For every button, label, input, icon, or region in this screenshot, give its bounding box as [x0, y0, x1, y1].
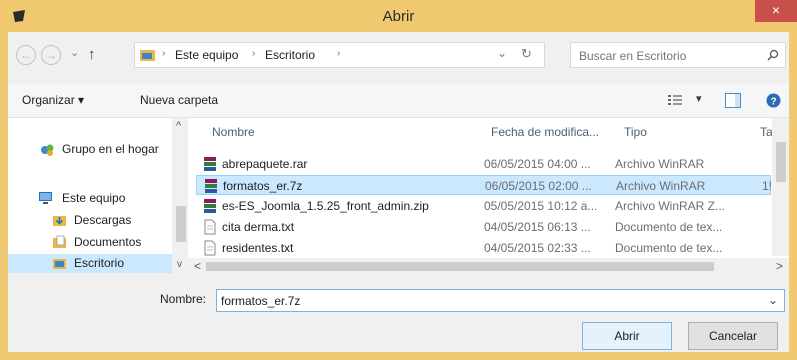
file-row-selected[interactable]: formatos_er.7z 06/05/2015 02:00 ... Arch…: [196, 175, 773, 195]
dialog-footer: Nombre: ⌄ Abrir Cancelar: [8, 275, 789, 352]
breadcrumb-este-equipo[interactable]: Este equipo: [175, 48, 238, 62]
file-type: Archivo WinRAR Z...: [615, 199, 726, 213]
winrar-icon: [204, 157, 216, 171]
organize-button[interactable]: Organizar ▾: [22, 93, 84, 107]
dialog-body: ← → ⌄ ↑ › Este equipo › Escritorio › ⌄ ↻…: [8, 32, 789, 352]
svg-text:?: ?: [770, 97, 776, 108]
sidebar-item-descargas[interactable]: Descargas: [8, 210, 172, 230]
sidebar-item-label: Descargas: [74, 213, 132, 227]
breadcrumb-separator[interactable]: ›: [337, 48, 340, 59]
file-list-horizontal-scrollbar[interactable]: < >: [188, 258, 789, 275]
file-list: Nombre Fecha de modifica... Tipo Tam abr…: [188, 118, 789, 273]
breadcrumb-root-arrow[interactable]: ›: [162, 48, 165, 59]
text-file-icon: [204, 240, 216, 256]
navigation-pane-scrollbar[interactable]: ^ v: [172, 118, 188, 273]
breadcrumb-separator[interactable]: ›: [252, 48, 255, 59]
text-file-icon: [204, 219, 216, 235]
desktop-folder-icon: [140, 50, 155, 61]
column-header-date[interactable]: Fecha de modifica...: [491, 125, 599, 139]
desktop-folder-icon: [53, 259, 66, 269]
scroll-up-button[interactable]: ^: [176, 120, 181, 132]
sidebar-item-label: Este equipo: [62, 191, 126, 205]
scroll-down-button[interactable]: v: [177, 259, 182, 270]
file-name: residentes.txt: [222, 241, 294, 255]
downloads-folder-icon: [53, 216, 66, 226]
preview-pane-icon[interactable]: [725, 93, 741, 108]
file-row[interactable]: es-ES_Joomla_1.5.25_front_admin.zip 05/0…: [196, 196, 771, 216]
scrollbar-thumb[interactable]: [176, 206, 186, 242]
winrar-icon: [204, 199, 216, 213]
file-name: formatos_er.7z: [223, 179, 303, 193]
file-date: 06/05/2015 04:00 ...: [484, 157, 591, 171]
help-icon[interactable]: ?: [766, 93, 781, 108]
search-icon[interactable]: [767, 49, 779, 61]
navigation-bar: ← → ⌄ ↑ › Este equipo › Escritorio › ⌄ ↻: [8, 40, 789, 70]
file-name: cita derma.txt: [222, 220, 295, 234]
file-date: 05/05/2015 10:12 a...: [484, 199, 598, 213]
file-list-vertical-scrollbar[interactable]: [772, 118, 789, 256]
file-size: 1!: [762, 179, 773, 193]
file-date: 04/05/2015 06:13 ...: [484, 220, 591, 234]
refresh-button[interactable]: ↻: [521, 46, 532, 62]
filename-combobox[interactable]: ⌄: [216, 289, 785, 312]
window-title: Abrir: [382, 8, 415, 25]
command-bar: Organizar ▾ Nueva carpeta ▾ ?: [8, 84, 789, 118]
search-box[interactable]: [570, 42, 786, 68]
file-row[interactable]: cita derma.txt 04/05/2015 06:13 ... Docu…: [196, 217, 771, 237]
file-name: es-ES_Joomla_1.5.25_front_admin.zip: [222, 199, 429, 213]
sidebar-item-documentos[interactable]: Documentos: [8, 232, 172, 252]
history-dropdown[interactable]: ⌄: [70, 46, 79, 59]
scrollbar-thumb[interactable]: [776, 142, 786, 182]
navigation-pane: Grupo en el hogar Este equipo Descargas …: [8, 118, 188, 273]
sidebar-item-label: Escritorio: [74, 256, 125, 270]
view-options-icon[interactable]: [668, 94, 682, 107]
filename-label: Nombre:: [160, 292, 207, 306]
dialog-window: Abrir × ← → ⌄ ↑ › Este equipo › Escritor…: [0, 0, 797, 360]
scroll-right-button[interactable]: >: [776, 259, 783, 273]
file-type: Archivo WinRAR: [615, 157, 705, 171]
homegroup-icon: [41, 144, 54, 156]
sidebar-item-grupo-en-el-hogar[interactable]: Grupo en el hogar: [8, 137, 172, 157]
open-button[interactable]: Abrir: [582, 322, 672, 350]
sidebar-item-label: Grupo en el hogar: [62, 142, 159, 156]
filename-dropdown[interactable]: ⌄: [768, 293, 778, 307]
file-date: 06/05/2015 02:00 ...: [485, 179, 592, 193]
file-date: 04/05/2015 02:33 ...: [484, 241, 591, 255]
file-name: abrepaquete.rar: [222, 157, 308, 171]
sidebar-item-label: Documentos: [74, 235, 142, 249]
file-type: Documento de tex...: [615, 220, 723, 234]
view-dropdown[interactable]: ▾: [696, 92, 702, 105]
column-header-type[interactable]: Tipo: [624, 125, 647, 139]
file-row[interactable]: abrepaquete.rar 06/05/2015 04:00 ... Arc…: [196, 154, 771, 174]
breadcrumb-escritorio[interactable]: Escritorio: [265, 48, 315, 62]
winrar-icon: [205, 179, 217, 193]
address-dropdown[interactable]: ⌄: [497, 46, 507, 60]
back-button[interactable]: ←: [16, 45, 36, 65]
cancel-button[interactable]: Cancelar: [688, 322, 778, 350]
sidebar-item-este-equipo[interactable]: Este equipo: [8, 184, 172, 205]
title-bar[interactable]: Abrir ×: [0, 0, 797, 32]
computer-icon: [39, 192, 52, 204]
forward-button[interactable]: →: [41, 45, 61, 65]
sidebar-item-escritorio[interactable]: Escritorio: [8, 254, 172, 273]
search-input[interactable]: [579, 47, 759, 64]
close-button[interactable]: ×: [755, 0, 797, 22]
scroll-left-button[interactable]: <: [194, 259, 201, 273]
new-folder-button[interactable]: Nueva carpeta: [140, 93, 218, 107]
address-bar[interactable]: › Este equipo › Escritorio › ⌄ ↻: [134, 42, 545, 68]
filename-input[interactable]: [221, 293, 761, 309]
column-header-name[interactable]: Nombre: [212, 125, 255, 139]
documents-folder-icon: [53, 235, 66, 248]
up-button[interactable]: ↑: [88, 46, 96, 63]
scrollbar-thumb[interactable]: [206, 262, 714, 271]
file-type: Documento de tex...: [615, 241, 723, 255]
file-type: Archivo WinRAR: [616, 179, 706, 193]
file-row[interactable]: residentes.txt 04/05/2015 02:33 ... Docu…: [196, 238, 771, 256]
